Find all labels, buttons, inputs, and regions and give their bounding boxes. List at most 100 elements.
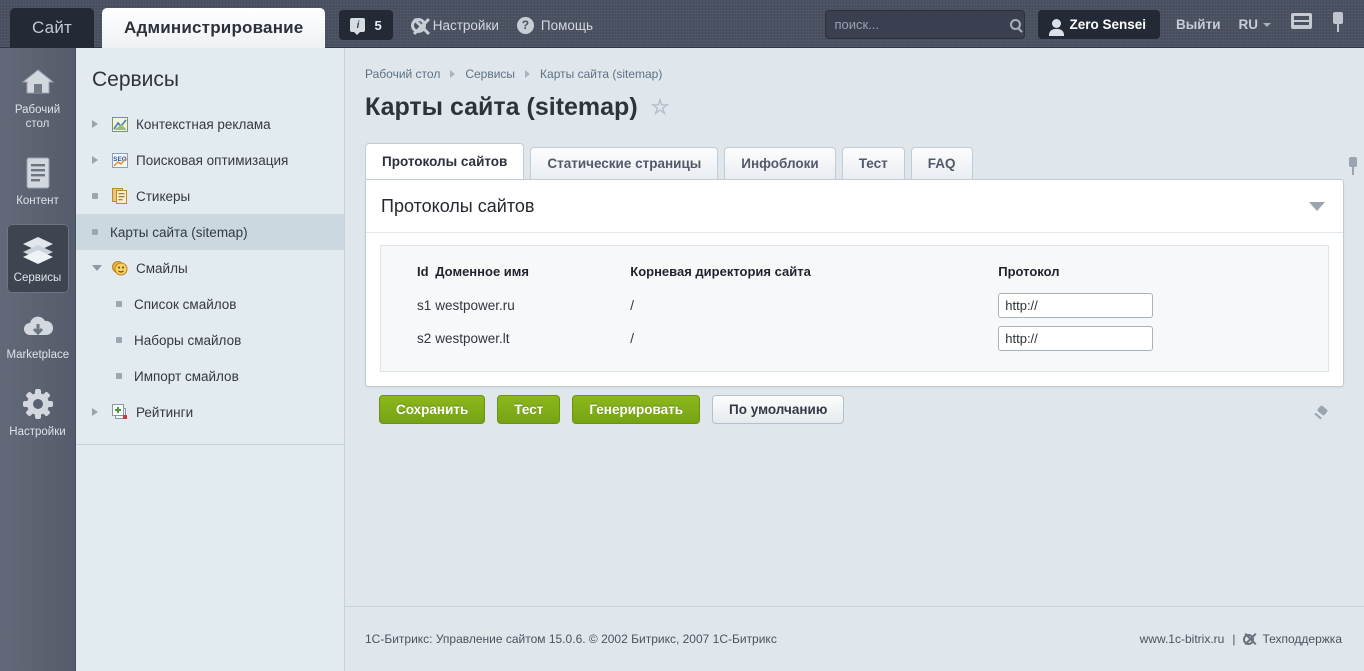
page-title-text: Карты сайта (sitemap) xyxy=(365,93,638,122)
expand-arrow-icon[interactable] xyxy=(92,408,104,416)
home-icon xyxy=(7,65,69,99)
tab-bar: Протоколы сайтов Статические страницы Ин… xyxy=(365,143,1364,179)
sidebar-item-smile-import[interactable]: Импорт смайлов xyxy=(76,358,344,394)
logout-link[interactable]: Выйти xyxy=(1176,10,1221,39)
cell-id: s2 xyxy=(381,322,435,355)
sidebar-item-smile-sets[interactable]: Наборы смайлов xyxy=(76,322,344,358)
col-header-domain: Доменное имя xyxy=(435,258,630,289)
tab-site-protocols[interactable]: Протоколы сайтов xyxy=(365,143,524,179)
services-sidebar: Сервисы Контекстная реклама SEO Поискова… xyxy=(76,48,345,671)
sidebar-item-ratings[interactable]: Рейтинги xyxy=(76,394,344,430)
notifications-button[interactable]: i 5 xyxy=(339,10,392,40)
generate-button[interactable]: Генерировать xyxy=(572,395,700,424)
tab-infoblocks[interactable]: Инфоблоки xyxy=(724,147,835,179)
footer: 1С-Битрикс: Управление сайтом 15.0.6. © … xyxy=(345,606,1364,671)
default-button[interactable]: По умолчанию xyxy=(712,395,844,424)
sidebar-item-label: Импорт смайлов xyxy=(134,369,239,384)
sidebar-item-seo[interactable]: SEO Поисковая оптимизация xyxy=(76,142,344,178)
chevron-down-icon[interactable] xyxy=(1309,202,1325,211)
sidebar-item-stickers[interactable]: Стикеры xyxy=(76,178,344,214)
footer-links: www.1c-bitrix.ru | Техподдержка xyxy=(1140,632,1342,646)
user-button[interactable]: Zero Sensei xyxy=(1038,10,1160,39)
col-header-id: Id xyxy=(381,258,435,289)
help-link[interactable]: ? Помощь xyxy=(517,10,593,40)
breadcrumb-item[interactable]: Сервисы xyxy=(465,67,515,81)
chevron-right-icon xyxy=(525,70,530,78)
expand-arrow-icon[interactable] xyxy=(92,120,104,128)
sidebar-item-label: Список смайлов xyxy=(134,297,236,312)
rail-item-content[interactable]: Контент xyxy=(7,147,69,216)
gear-icon xyxy=(1243,634,1254,645)
cloud-download-icon xyxy=(7,310,69,344)
protocol-input[interactable] xyxy=(998,293,1153,318)
icon-rail: Рабочий стол Контент Сервисы Marketplace… xyxy=(0,48,76,671)
rail-item-services[interactable]: Сервисы xyxy=(7,224,69,293)
cell-protocol xyxy=(998,322,1328,355)
favorite-star-icon[interactable]: ☆ xyxy=(651,95,670,120)
search-input[interactable] xyxy=(834,17,1010,32)
footer-copyright: 1С-Битрикс: Управление сайтом 15.0.6. © … xyxy=(365,632,777,646)
footer-site-link[interactable]: www.1c-bitrix.ru xyxy=(1140,632,1225,646)
pin-icon[interactable] xyxy=(1314,406,1330,422)
tab-test[interactable]: Тест xyxy=(842,147,905,179)
protocol-input[interactable] xyxy=(998,326,1153,351)
search-box[interactable] xyxy=(825,10,1025,39)
smiley-icon xyxy=(110,260,129,276)
keyboard-icon[interactable] xyxy=(1291,13,1312,29)
rail-label-desktop: Рабочий стол xyxy=(7,103,69,131)
document-icon xyxy=(7,156,69,190)
notification-count: 5 xyxy=(374,18,381,33)
settings-label: Настройки xyxy=(433,18,499,33)
chart-image-icon xyxy=(110,117,129,132)
cell-root: / xyxy=(630,289,998,322)
table-row: s2 westpower.lt / xyxy=(381,322,1328,355)
save-button[interactable]: Сохранить xyxy=(379,395,485,424)
table-header-row: Id Доменное имя Корневая директория сайт… xyxy=(381,258,1328,289)
rail-item-desktop[interactable]: Рабочий стол xyxy=(7,56,69,139)
pin-icon[interactable] xyxy=(1346,157,1360,175)
top-bar: Сайт Администрирование i 5 Настройки ? П… xyxy=(0,0,1364,48)
language-selector[interactable]: RU xyxy=(1239,10,1272,39)
sidebar-item-smiles[interactable]: Смайлы xyxy=(76,250,344,286)
bullet-marker xyxy=(116,337,128,343)
collapse-arrow-icon[interactable] xyxy=(92,265,104,271)
chevron-down-icon xyxy=(1263,23,1271,27)
search-icon[interactable] xyxy=(1010,19,1021,30)
sidebar-item-context-ads[interactable]: Контекстная реклама xyxy=(76,106,344,142)
sticker-icon xyxy=(110,188,129,204)
protocols-table-container: Id Доменное имя Корневая директория сайт… xyxy=(380,245,1329,372)
rail-item-settings[interactable]: Настройки xyxy=(7,378,69,447)
sidebar-item-sitemap[interactable]: Карты сайта (sitemap) xyxy=(76,214,344,250)
footer-support-link[interactable]: Техподдержка xyxy=(1262,632,1342,646)
sidebar-item-label: Поисковая оптимизация xyxy=(136,153,288,168)
panel-title: Протоколы сайтов xyxy=(381,196,534,217)
bullet-marker xyxy=(116,301,128,307)
tab-static-pages[interactable]: Статические страницы xyxy=(530,147,718,179)
sidebar-divider xyxy=(76,444,344,445)
settings-link[interactable]: Настройки xyxy=(411,10,499,40)
rail-label-settings: Настройки xyxy=(7,425,69,439)
main-content: Рабочий стол Сервисы Карты сайта (sitema… xyxy=(345,48,1364,671)
sidebar-item-label: Стикеры xyxy=(136,189,190,204)
rating-plus-icon xyxy=(110,404,129,420)
bullet-marker xyxy=(92,229,104,235)
tab-site[interactable]: Сайт xyxy=(10,8,94,48)
cell-domain: westpower.lt xyxy=(435,322,630,355)
breadcrumb-item[interactable]: Рабочий стол xyxy=(365,67,440,81)
test-button[interactable]: Тест xyxy=(497,395,560,424)
breadcrumb-item[interactable]: Карты сайта (sitemap) xyxy=(540,67,662,81)
rail-item-marketplace[interactable]: Marketplace xyxy=(7,301,69,370)
tab-faq[interactable]: FAQ xyxy=(911,147,973,179)
chevron-right-icon xyxy=(450,70,455,78)
pin-icon[interactable] xyxy=(1330,12,1346,32)
info-bubble-icon: i xyxy=(350,18,365,32)
sidebar-item-smile-list[interactable]: Список смайлов xyxy=(76,286,344,322)
cell-domain: westpower.ru xyxy=(435,289,630,322)
tab-admin[interactable]: Администрирование xyxy=(102,8,325,48)
expand-arrow-icon[interactable] xyxy=(92,156,104,164)
bullet-marker xyxy=(116,373,128,379)
protocols-panel: Протоколы сайтов Id Доменное имя Корнева… xyxy=(365,179,1344,387)
rail-label-content: Контент xyxy=(7,194,69,208)
language-label: RU xyxy=(1239,10,1259,39)
sidebar-item-label: Рейтинги xyxy=(136,405,193,420)
